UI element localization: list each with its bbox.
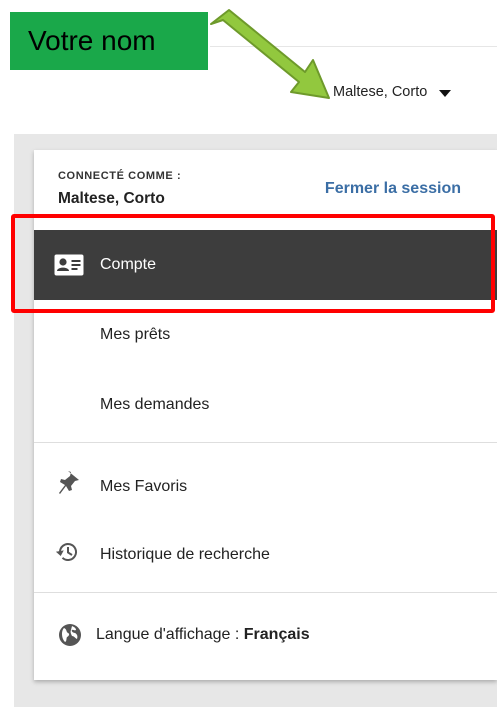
language-label: Langue d'affichage : Français bbox=[96, 626, 310, 644]
menu-item-favorites[interactable]: Mes Favoris bbox=[34, 452, 497, 522]
menu-item-label: Compte bbox=[100, 256, 157, 273]
connected-as-label: CONNECTÉ COMME : bbox=[58, 170, 182, 182]
pin-icon bbox=[58, 470, 80, 496]
menu-item-account[interactable]: Compte bbox=[34, 230, 497, 300]
menu-item-language[interactable]: Langue d'affichage : Français bbox=[34, 600, 497, 670]
language-value: Français bbox=[243, 626, 310, 643]
menu-divider bbox=[34, 592, 497, 593]
menu-divider bbox=[34, 442, 497, 443]
callout-text: Votre nom bbox=[28, 25, 156, 56]
menu-item-search-history[interactable]: Historique de recherche bbox=[34, 520, 497, 590]
user-name-label: Maltese, Corto bbox=[333, 84, 428, 100]
menu-item-loans[interactable]: Mes prêts bbox=[34, 300, 497, 370]
menu-item-label: Historique de recherche bbox=[100, 546, 270, 563]
history-icon bbox=[54, 540, 80, 564]
language-prefix: Langue d'affichage : bbox=[96, 626, 244, 643]
globe-icon bbox=[58, 623, 82, 647]
callout-arrow bbox=[210, 9, 330, 99]
logout-link[interactable]: Fermer la session bbox=[325, 180, 461, 198]
menu-item-requests[interactable]: Mes demandes bbox=[34, 370, 497, 440]
connected-user-name: Maltese, Corto bbox=[58, 190, 165, 207]
user-menu-trigger[interactable]: Maltese, Corto bbox=[333, 82, 452, 102]
id-card-icon bbox=[54, 254, 84, 276]
menu-item-label: Mes prêts bbox=[100, 326, 171, 343]
menu-item-label: Mes demandes bbox=[100, 396, 210, 413]
caret-down-icon bbox=[439, 89, 452, 97]
user-dropdown-menu: CONNECTÉ COMME : Maltese, Corto Fermer l… bbox=[34, 150, 497, 680]
callout-label: Votre nom bbox=[10, 12, 208, 70]
menu-item-label: Mes Favoris bbox=[100, 478, 188, 495]
menu-header: CONNECTÉ COMME : Maltese, Corto Fermer l… bbox=[34, 150, 497, 230]
